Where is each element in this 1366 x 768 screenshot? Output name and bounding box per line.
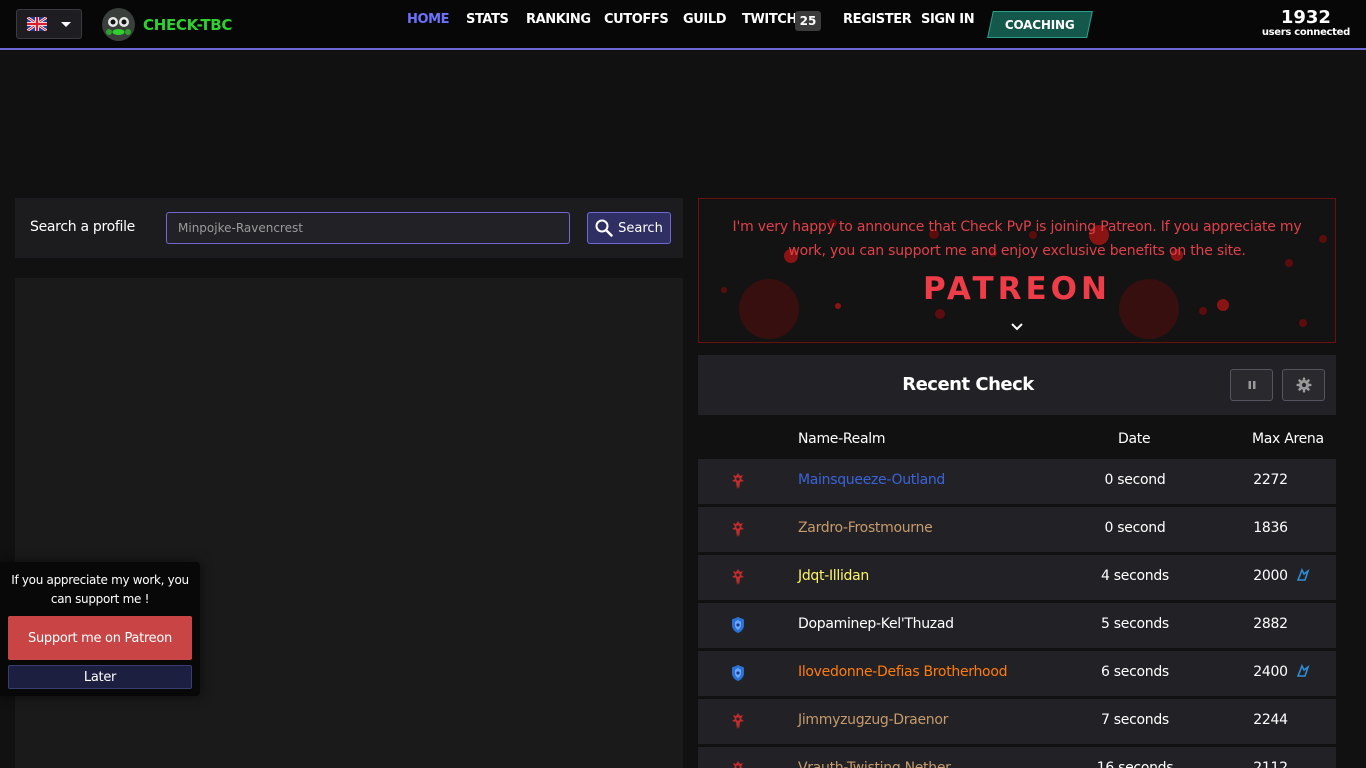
settings-button[interactable]	[1282, 369, 1325, 401]
table-row[interactable]: Vrauth-Twisting Nether 16 seconds 2112	[698, 747, 1336, 768]
player-name-link[interactable]: Zardro-Frostmourne	[798, 520, 933, 536]
check-date: 7 seconds	[1101, 712, 1169, 728]
horde-icon	[732, 713, 744, 729]
recent-check-header: Recent Check	[698, 355, 1336, 415]
max-arena: 2272	[1251, 472, 1321, 488]
max-arena-value: 2882	[1253, 616, 1288, 632]
gear-icon	[1296, 377, 1311, 393]
horde-icon	[733, 761, 743, 768]
max-arena: 1836	[1251, 520, 1321, 536]
patreon-banner[interactable]: I'm very happy to announce that Check Pv…	[698, 198, 1336, 343]
nav-ranking[interactable]: RANKING	[526, 12, 591, 27]
player-name-link[interactable]: Dopaminep-Kel'Thuzad	[798, 616, 954, 632]
max-arena: 2244	[1251, 712, 1321, 728]
max-arena: 2400	[1251, 664, 1321, 680]
nav-guild[interactable]: GUILD	[683, 12, 727, 27]
popup-message: If you appreciate my work, you can suppo…	[11, 573, 189, 606]
alliance-icon	[732, 665, 744, 681]
top-navbar: CHECK-TBC HOME STATS RANKING CUTOFFS GUI…	[0, 0, 1366, 50]
check-date: 5 seconds	[1101, 616, 1169, 632]
support-patreon-button[interactable]: Support me on Patreon	[8, 616, 192, 660]
table-row[interactable]: Ilovedonne-Defias Brotherhood 6 seconds 24…	[698, 651, 1336, 696]
users-label: users connected	[1261, 27, 1350, 38]
check-date: 16 seconds	[1096, 760, 1174, 768]
nav-home[interactable]: HOME	[407, 12, 450, 27]
search-input[interactable]	[166, 212, 570, 244]
column-max-arena: Max Arena	[1252, 431, 1324, 447]
check-date: 0 second	[1104, 472, 1166, 488]
search-button[interactable]: Search	[587, 212, 671, 244]
twitch-count-badge: 25	[795, 11, 821, 31]
table-row[interactable]: Zardro-Frostmourne 0 second 1836	[698, 507, 1336, 552]
max-arena-value: 2112	[1253, 760, 1288, 768]
nav-cutoffs[interactable]: CUTOFFS	[604, 12, 669, 27]
max-arena-value: 2244	[1253, 712, 1288, 728]
patreon-announcement: I'm very happy to announce that Check Pv…	[732, 219, 1302, 259]
recent-check-title: Recent Check	[902, 374, 1034, 395]
coaching-button[interactable]: COACHING	[987, 11, 1093, 38]
max-arena-value: 1836	[1253, 520, 1288, 536]
users-connected: 1932 users connected	[1262, 8, 1350, 38]
player-name-link[interactable]: Vrauth-Twisting Nether	[798, 760, 951, 768]
arena-rank-icon	[1296, 664, 1310, 677]
users-count: 1932	[1280, 7, 1331, 28]
search-icon	[595, 219, 613, 237]
later-button[interactable]: Later	[8, 665, 192, 689]
player-name-link[interactable]: Mainsqueeze-Outland	[798, 472, 945, 488]
nav-twitch[interactable]: TWITCH	[742, 12, 797, 27]
max-arena-value: 2272	[1253, 472, 1288, 488]
chevron-down-icon[interactable]	[1011, 321, 1023, 333]
pause-button[interactable]	[1230, 369, 1273, 401]
table-row[interactable]: Jimmyzugzug-Draenor 7 seconds 2244	[698, 699, 1336, 744]
search-panel: Search a profile Search	[15, 198, 683, 258]
column-date: Date	[1118, 431, 1151, 447]
pause-icon	[1248, 381, 1255, 389]
horde-icon	[732, 521, 744, 537]
player-name-link[interactable]: Ilovedonne-Defias Brotherhood	[798, 664, 1007, 680]
patreon-title: PATREON	[923, 271, 1111, 307]
max-arena: 2882	[1251, 616, 1321, 632]
coaching-label: COACHING	[1005, 17, 1075, 32]
search-label: Search a profile	[30, 219, 135, 235]
column-name-realm: Name-Realm	[798, 431, 886, 447]
arena-rank-icon	[1296, 568, 1310, 581]
check-date: 0 second	[1104, 520, 1166, 536]
nav-register[interactable]: REGISTER	[843, 12, 912, 27]
search-button-label: Search	[618, 220, 663, 236]
table-row[interactable]: Dopaminep-Kel'Thuzad 5 seconds 2882	[698, 603, 1336, 648]
table-row[interactable]: Jdqt-Illidan 4 seconds 2000	[698, 555, 1336, 600]
patreon-support-popup: If you appreciate my work, you can suppo…	[0, 562, 200, 696]
horde-icon	[732, 569, 744, 585]
max-arena: 2112	[1251, 760, 1321, 768]
nav-sign-in[interactable]: SIGN IN	[921, 12, 975, 27]
alliance-icon	[732, 617, 744, 633]
horde-icon	[732, 473, 744, 489]
table-row[interactable]: Mainsqueeze-Outland 0 second 2272	[698, 459, 1336, 504]
check-date: 6 seconds	[1101, 664, 1169, 680]
check-date: 4 seconds	[1101, 568, 1169, 584]
max-arena-value: 2000	[1253, 568, 1288, 584]
player-name-link[interactable]: Jimmyzugzug-Draenor	[798, 712, 948, 728]
nav-stats[interactable]: STATS	[466, 12, 509, 27]
max-arena-value: 2400	[1253, 664, 1288, 680]
max-arena: 2000	[1251, 568, 1321, 584]
player-name-link[interactable]: Jdqt-Illidan	[798, 568, 869, 584]
